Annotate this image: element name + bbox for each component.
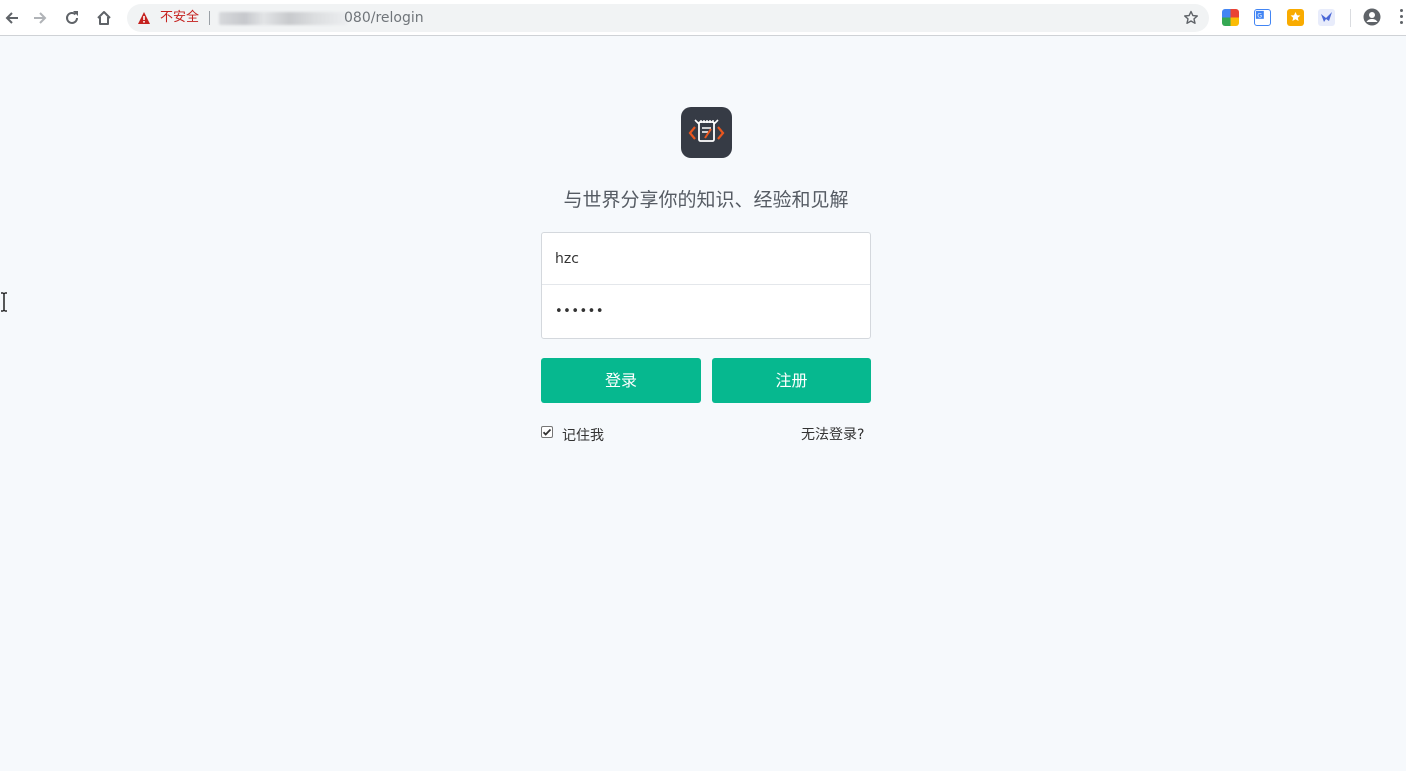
url-redacted [219,12,347,25]
address-divider [209,11,210,25]
extension-1-icon[interactable] [1222,9,1239,26]
svg-text:G: G [1257,13,1262,20]
checkmark-icon [542,428,552,436]
forgot-login-link[interactable]: 无法登录? [801,426,864,444]
text-cursor-icon [1,292,7,312]
reload-button[interactable] [60,6,84,30]
bird-extension-icon[interactable] [1318,9,1335,26]
url-text[interactable]: 080/relogin [344,10,424,26]
star-icon[interactable] [1183,10,1199,26]
translate-extension-icon[interactable]: G [1254,9,1271,26]
menu-icon[interactable] [1400,9,1404,27]
app-logo [681,107,732,158]
register-button[interactable]: 注册 [712,358,871,403]
home-button[interactable] [92,6,116,30]
browser-toolbar: 不安全 080/relogin G [0,0,1406,36]
username-input[interactable]: hzc [542,233,870,285]
home-icon [97,11,111,25]
address-bar[interactable]: 不安全 080/relogin [127,4,1209,32]
remember-me[interactable]: 记住我 [541,426,604,444]
bookmark-extension-icon[interactable] [1287,9,1304,26]
back-button[interactable] [0,6,24,30]
back-icon [5,12,18,24]
login-form: hzc •••••• [541,232,871,339]
toolbar-divider [1350,9,1351,27]
remember-label[interactable]: 记住我 [562,427,604,445]
page-slogan: 与世界分享你的知识、经验和见解 [563,189,849,211]
remember-checkbox[interactable] [541,426,553,438]
password-input[interactable]: •••••• [542,286,870,338]
warning-icon[interactable] [137,11,151,25]
profile-icon[interactable] [1363,8,1381,26]
forward-icon [34,12,47,24]
forward-button[interactable] [28,6,52,30]
reload-icon [66,11,78,24]
login-button[interactable]: 登录 [541,358,701,403]
security-label[interactable]: 不安全 [160,10,199,26]
